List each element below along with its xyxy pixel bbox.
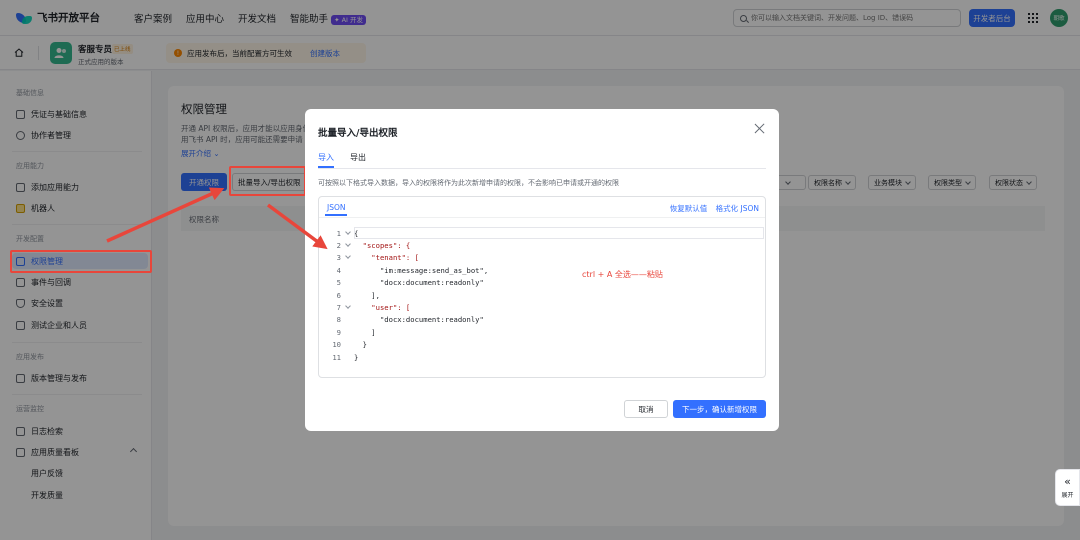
code-text: } (354, 340, 367, 350)
cancel-button[interactable]: 取消 (624, 400, 668, 418)
active-tab-indicator (318, 166, 334, 168)
code-line[interactable]: 8 "docx:document:readonly" (319, 314, 765, 326)
code-line[interactable]: 2 "scopes": { (319, 239, 765, 251)
editor-actions: 恢复默认值 格式化 JSON (664, 203, 759, 214)
code-text: ] (354, 327, 376, 337)
next-confirm-button[interactable]: 下一步，确认新增权限 (673, 400, 766, 418)
chevron-down-icon (344, 241, 351, 247)
code-line[interactable]: 10 } (319, 339, 765, 351)
code-text: } (354, 352, 359, 362)
code-text: "docx:document:readonly" (354, 315, 484, 325)
code-area[interactable]: 1{2 "scopes": {3 "tenant": [4 "im:messag… (319, 227, 765, 363)
fold-toggle[interactable] (341, 241, 354, 247)
double-chevron-left-icon: « (1064, 474, 1071, 488)
code-line[interactable]: 5 "docx:document:readonly" (319, 277, 765, 289)
code-text: "user": [ (354, 303, 411, 313)
close-icon[interactable] (754, 123, 765, 134)
code-text: "im:message:send_as_bot", (354, 265, 489, 275)
code-line[interactable]: 11} (319, 351, 765, 363)
batch-permission-dialog: 批量导入/导出权限 导入 导出 可按照以下格式导入数据，导入的权限将作为此次新增… (305, 109, 779, 431)
line-number: 8 (336, 315, 341, 325)
json-editor[interactable]: JSON 恢复默认值 格式化 JSON 1{2 "scopes": {3 "te… (318, 196, 766, 378)
expand-label: 展开 (1061, 491, 1074, 499)
fold-toggle[interactable] (341, 303, 354, 309)
code-line[interactable]: 4 "im:message:send_as_bot", (319, 264, 765, 276)
tab-divider (318, 168, 766, 169)
format-json-link[interactable]: 格式化 JSON (716, 204, 759, 213)
import-description: 可按照以下格式导入数据，导入的权限将作为此次新增申请的权限，不会影响已申请或开通… (318, 179, 619, 187)
line-number: 5 (336, 278, 341, 288)
line-number: 2 (336, 241, 341, 251)
line-number: 1 (336, 228, 341, 238)
active-tab-indicator (325, 214, 347, 216)
editor-tab-json[interactable]: JSON (327, 203, 346, 212)
chevron-down-icon (344, 228, 351, 235)
annotation-box-permissions (10, 250, 152, 273)
code-text: "docx:document:readonly" (354, 278, 484, 288)
dialog-title: 批量导入/导出权限 (318, 128, 398, 139)
restore-default-link[interactable]: 恢复默认值 (670, 204, 708, 213)
side-expand-tab[interactable]: « 展开 (1055, 469, 1080, 506)
fold-toggle[interactable] (341, 253, 354, 260)
annotation-text: ctrl + A 全选——粘贴 (582, 270, 663, 279)
code-line[interactable]: 6 ], (319, 289, 765, 301)
chevron-down-icon (344, 303, 351, 309)
code-line[interactable]: 3 "tenant": [ (319, 252, 765, 264)
code-text: ], (354, 290, 380, 300)
line-number: 6 (336, 290, 341, 300)
line-number: 4 (336, 265, 341, 275)
line-number: 3 (336, 253, 341, 263)
divider (319, 217, 765, 218)
tab-export[interactable]: 导出 (350, 152, 366, 163)
chevron-down-icon (344, 253, 351, 260)
line-number: 11 (332, 352, 341, 362)
fold-toggle[interactable] (341, 228, 354, 235)
active-line-highlight (354, 227, 764, 240)
annotation-box-batch-button (229, 166, 306, 196)
code-text: "scopes": { (354, 241, 411, 251)
line-number: 10 (332, 340, 341, 350)
line-number: 7 (336, 303, 341, 313)
code-line[interactable]: 7 "user": [ (319, 301, 765, 313)
code-line[interactable]: 9 ] (319, 326, 765, 338)
line-number: 9 (336, 327, 341, 337)
code-text: "tenant": [ (354, 253, 419, 263)
tab-import[interactable]: 导入 (318, 152, 334, 163)
